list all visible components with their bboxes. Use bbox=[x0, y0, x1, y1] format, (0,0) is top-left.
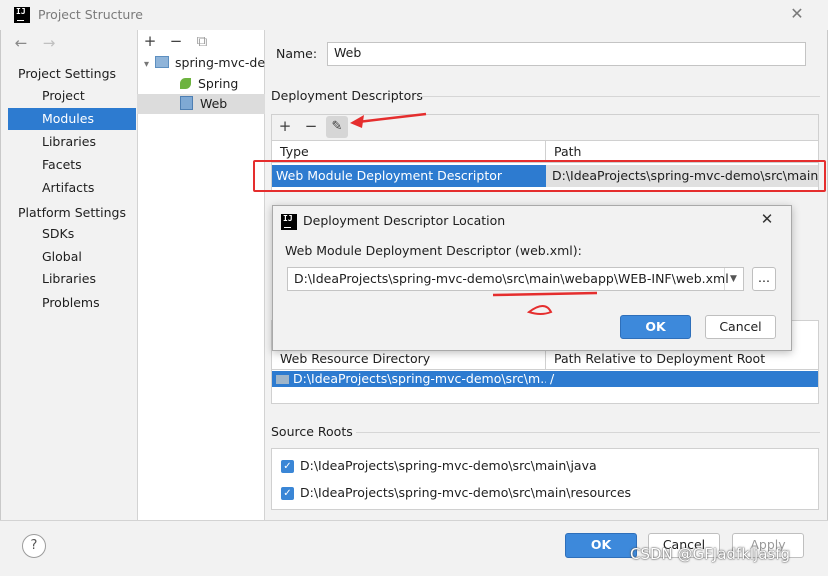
remove-icon[interactable]: − bbox=[168, 33, 184, 49]
name-field[interactable]: Web bbox=[327, 42, 806, 66]
copy-icon[interactable]: ⧉ bbox=[194, 33, 210, 49]
window-title: Project Structure bbox=[38, 7, 143, 22]
dialog-field-label: Web Module Deployment Descriptor (web.xm… bbox=[285, 243, 582, 258]
chevron-down-icon: ▾ bbox=[144, 59, 150, 70]
annotation-arrow-icon bbox=[350, 112, 427, 128]
descriptor-path-combobox[interactable]: D:\IdeaProjects\spring-mvc-demo\src\main… bbox=[287, 267, 744, 291]
web-resource-row-rel[interactable]: / bbox=[546, 371, 818, 387]
project-settings-header: Project Settings bbox=[18, 66, 117, 81]
source-roots-divider bbox=[356, 432, 820, 433]
nav-item-global-libraries[interactable]: Global Libraries bbox=[8, 246, 136, 286]
nav-item-facets[interactable]: Facets bbox=[8, 154, 136, 176]
tree-root-label: spring-mvc-de bbox=[175, 55, 265, 70]
web-resource-row-dir[interactable]: D:\IdeaProjects\spring-mvc-demo\src\m... bbox=[272, 371, 546, 387]
dialog-logo-icon: IJ bbox=[281, 214, 297, 230]
dialog-close-icon[interactable]: ✕ bbox=[757, 210, 777, 230]
ok-button[interactable]: OK bbox=[565, 533, 637, 558]
csdn-watermark: CSDN @GFJadfkljasfg bbox=[630, 545, 791, 563]
browse-button[interactable]: ... bbox=[752, 267, 776, 291]
descriptor-path-value: D:\IdeaProjects\spring-mvc-demo\src\main… bbox=[294, 271, 729, 286]
intellij-logo-icon: IJ bbox=[14, 7, 30, 23]
tree-root-module[interactable]: ▾ spring-mvc-de bbox=[144, 53, 265, 73]
title-bar: IJ Project Structure ✕ bbox=[0, 0, 828, 30]
add-descriptor-icon[interactable]: + bbox=[277, 118, 293, 134]
edit-pencil-icon[interactable]: ✎ bbox=[326, 116, 348, 138]
nav-item-libraries[interactable]: Libraries bbox=[8, 131, 136, 153]
annotation-highlight-box bbox=[253, 160, 826, 192]
deployment-descriptor-dialog: IJ Deployment Descriptor Location ✕ Web … bbox=[272, 205, 792, 351]
nav-item-artifacts[interactable]: Artifacts bbox=[8, 177, 136, 199]
help-icon[interactable]: ? bbox=[22, 534, 46, 558]
tree-item-web-label: Web bbox=[199, 96, 228, 111]
chevron-down-icon[interactable]: ▼ bbox=[724, 268, 742, 290]
close-icon[interactable]: ✕ bbox=[788, 4, 806, 24]
source-root-resources-checkbox[interactable]: ✓ bbox=[281, 487, 294, 500]
forward-arrow-icon[interactable]: → bbox=[40, 34, 58, 52]
web-resource-dir-text: D:\IdeaProjects\spring-mvc-demo\src\m... bbox=[293, 371, 546, 386]
web-facet-icon bbox=[180, 96, 193, 110]
col-relative-path-header: Path Relative to Deployment Root bbox=[546, 348, 818, 370]
remove-descriptor-icon[interactable]: − bbox=[303, 118, 319, 134]
tree-item-web[interactable]: Web bbox=[137, 94, 265, 114]
tree-item-spring[interactable]: Spring bbox=[180, 74, 265, 94]
annotation-underline-icon bbox=[492, 291, 598, 315]
dialog-ok-button[interactable]: OK bbox=[620, 315, 691, 339]
platform-settings-header: Platform Settings bbox=[18, 205, 126, 220]
folder-icon bbox=[276, 375, 289, 384]
tree-item-spring-label: Spring bbox=[197, 76, 239, 91]
nav-item-problems[interactable]: Problems bbox=[8, 292, 136, 314]
source-roots-header: Source Roots bbox=[271, 424, 353, 439]
dialog-cancel-button[interactable]: Cancel bbox=[705, 315, 776, 339]
col-web-resource-header: Web Resource Directory bbox=[272, 348, 546, 370]
settings-nav: Project Settings Project Modules Librari… bbox=[8, 60, 136, 520]
source-root-resources-label: D:\IdeaProjects\spring-mvc-demo\src\main… bbox=[300, 485, 632, 500]
add-icon[interactable]: + bbox=[142, 33, 158, 49]
module-folder-icon bbox=[155, 56, 170, 68]
nav-item-project[interactable]: Project bbox=[8, 85, 136, 107]
name-label: Name: bbox=[276, 46, 318, 61]
source-root-java-label: D:\IdeaProjects\spring-mvc-demo\src\main… bbox=[300, 458, 597, 473]
spring-leaf-icon bbox=[180, 78, 191, 89]
nav-item-modules[interactable]: Modules bbox=[8, 108, 136, 130]
deployment-descriptors-header: Deployment Descriptors bbox=[271, 88, 423, 103]
nav-item-sdks[interactable]: SDKs bbox=[8, 223, 136, 245]
back-arrow-icon[interactable]: ← bbox=[12, 34, 30, 52]
section-divider bbox=[420, 96, 820, 97]
dialog-title: Deployment Descriptor Location bbox=[303, 213, 506, 228]
source-root-java-checkbox[interactable]: ✓ bbox=[281, 460, 294, 473]
